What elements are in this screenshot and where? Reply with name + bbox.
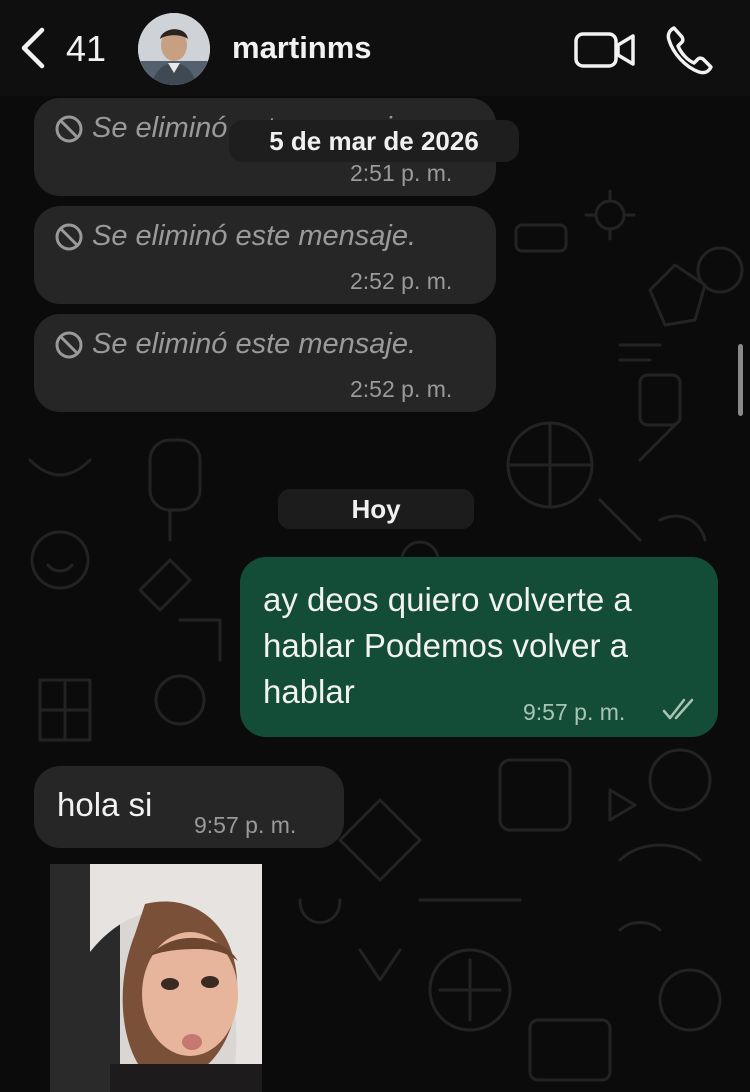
back-arrow-icon[interactable] [14,24,54,72]
chat-header: 41 martinms [0,0,750,96]
message-time: 9:57 p. m. [523,699,626,725]
photo-message[interactable] [50,864,262,1092]
deleted-message[interactable]: Se eliminó este mensaje. 2:52 p. m. [34,206,496,304]
photo-thumbnail [50,864,262,1092]
incoming-message[interactable]: hola si 9:57 p. m. [34,766,344,848]
outgoing-message-text: ay deos quiero volverte a hablar Podemos… [263,581,632,710]
scrollbar[interactable] [738,344,743,416]
deleted-icon [55,223,83,250]
deleted-message[interactable]: Se eliminó este mensaje. 2:52 p. m. [34,314,496,412]
phone-call-icon[interactable] [664,24,716,76]
message-time: 2:52 p. m. [350,268,453,294]
deleted-icon [55,331,83,358]
message-time: 2:51 p. m. [350,160,453,186]
double-check-icon [662,698,694,720]
deleted-label: Se eliminó este mensaje. [92,220,416,252]
video-call-icon[interactable] [574,28,636,72]
incoming-message-text: hola si [57,786,153,823]
deleted-label: Se eliminó este mensaje. [92,328,416,360]
message-time: 2:52 p. m. [350,376,453,402]
message-time: 9:57 p. m. [194,812,297,838]
avatar[interactable] [138,13,210,85]
date-separator: 5 de mar de 2026 [229,120,519,162]
deleted-icon [55,115,83,142]
contact-name[interactable]: martinms [232,30,372,66]
unread-count[interactable]: 41 [66,28,106,70]
outgoing-message[interactable]: ay deos quiero volverte a hablar Podemos… [240,557,718,737]
today-separator: Hoy [278,489,474,529]
